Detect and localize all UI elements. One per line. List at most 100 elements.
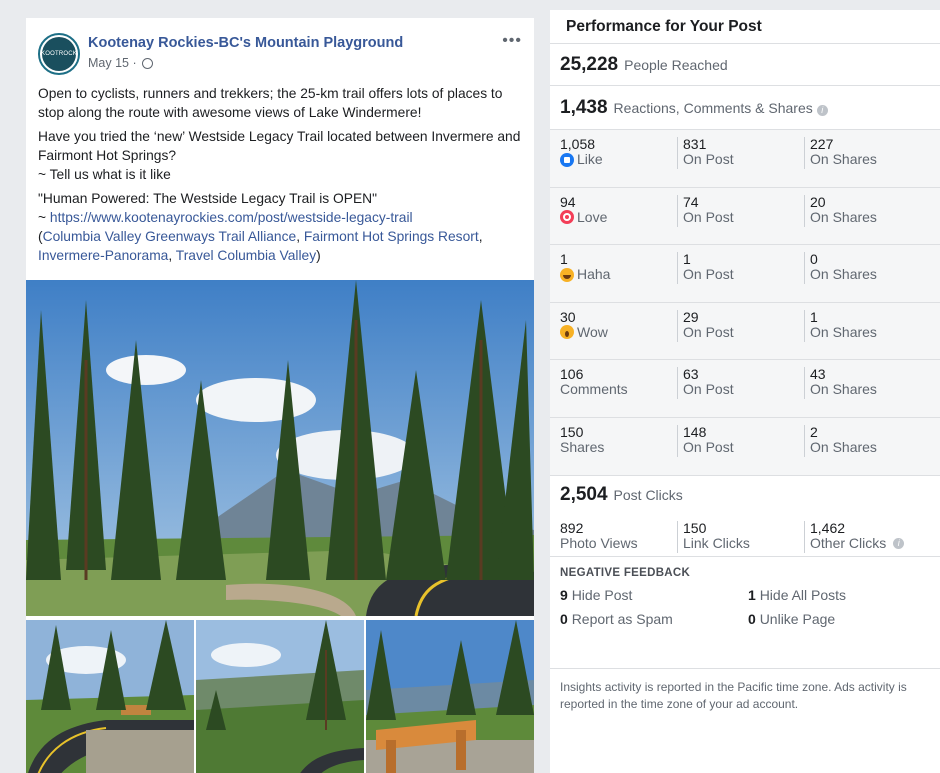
info-icon[interactable]: i <box>893 538 905 549</box>
engagement-row: 1,438 Reactions, Comments & Shares i <box>550 86 940 130</box>
valley-view-image <box>196 620 364 773</box>
haha-label: Haha <box>577 266 611 282</box>
post-clicks-count: 2,504 <box>560 484 608 505</box>
on-post-count: 74 <box>683 193 699 210</box>
table-row: 1,058 Like 831 On Post 227 On Shares <box>550 130 940 188</box>
photo-views-count: 892 <box>560 520 584 536</box>
avatar-logo: KOOTROCK <box>41 37 77 71</box>
like-icon <box>560 152 574 167</box>
shares-count: 150 <box>560 423 584 440</box>
tag-link[interactable]: Columbia Valley Greenways Trail Alliance <box>43 229 297 244</box>
facebook-post: KOOTROCK Kootenay Rockies-BC's Mountain … <box>26 18 534 773</box>
on-post-count: 831 <box>683 136 707 152</box>
hide-all-count: 1 <box>748 587 756 603</box>
unlike-label: Unlike Page <box>759 611 836 627</box>
on-post-cell: 831 On Post <box>677 137 804 169</box>
on-post-cell: 63 On Post <box>677 367 804 399</box>
love-icon <box>560 210 574 224</box>
on-shares-count: 2 <box>810 423 818 440</box>
page-name-link[interactable]: Kootenay Rockies-BC's Mountain Playgroun… <box>88 35 403 51</box>
on-shares-label: On Shares <box>810 208 877 225</box>
on-post-count: 29 <box>683 308 699 325</box>
comments-label: Comments <box>560 381 628 397</box>
post-date[interactable]: May 15 · <box>88 56 137 70</box>
post-clicks-block: 2,504 Post Clicks 892 Photo Views 150 Li… <box>550 476 940 557</box>
like-label: Like <box>577 151 603 167</box>
on-post-cell: 1 On Post <box>677 252 804 284</box>
comments-count: 106 <box>560 366 584 382</box>
on-shares-count: 227 <box>810 136 834 152</box>
clicks-breakdown-row: 892 Photo Views 150 Link Clicks 1,462 Ot… <box>550 514 940 556</box>
on-post-cell: 148 On Post <box>677 423 804 457</box>
engagement-count: 1,438 <box>560 97 608 118</box>
on-shares-cell: 2 On Shares <box>804 423 931 457</box>
on-shares-count: 43 <box>810 366 826 382</box>
insights-footnote: Insights activity is reported in the Pac… <box>560 680 907 711</box>
hide-all-stat: 1 Hide All Posts <box>748 587 938 603</box>
on-post-label: On Post <box>683 266 734 282</box>
on-post-count: 148 <box>683 423 707 440</box>
on-shares-label: On Shares <box>810 438 877 455</box>
wow-cell: 30 Wow <box>550 308 677 360</box>
article-link[interactable]: https://www.kootenayrockies.com/post/wes… <box>50 210 413 225</box>
on-shares-cell: 227 On Shares <box>804 137 931 169</box>
globe-icon <box>141 57 153 69</box>
tag-link[interactable]: Fairmont Hot Springs Resort <box>304 229 479 244</box>
link-clicks-cell: 150 Link Clicks <box>677 521 804 553</box>
wow-count: 30 <box>560 308 576 325</box>
post-paragraph: Have you tried the ‘new’ Westside Legacy… <box>38 127 522 184</box>
negative-feedback-title: NEGATIVE FEEDBACK <box>560 567 691 579</box>
screenshot-frame: KOOTROCK Kootenay Rockies-BC's Mountain … <box>0 0 940 773</box>
on-post-label: On Post <box>683 381 734 397</box>
tag-link[interactable]: Invermere-Panorama <box>38 248 168 263</box>
table-row: 30 Wow 29 On Post 1 On Shares <box>550 303 940 360</box>
haha-icon <box>560 267 574 282</box>
other-clicks-cell: 1,462 Other Clicks i <box>804 521 931 553</box>
like-count: 1,058 <box>560 136 596 152</box>
info-icon[interactable]: i <box>816 105 828 116</box>
unlike-stat: 0 Unlike Page <box>748 611 938 627</box>
on-shares-label: On Shares <box>810 266 877 282</box>
hide-all-label: Hide All Posts <box>759 587 847 603</box>
thumbnail-photo[interactable] <box>26 620 194 773</box>
on-post-cell: 74 On Post <box>677 193 804 227</box>
on-shares-count: 0 <box>810 251 818 267</box>
picnic-area-image <box>26 620 194 773</box>
shares-cell: 150 Shares <box>550 423 677 476</box>
link-prefix: ~ <box>38 210 50 225</box>
page-avatar[interactable]: KOOTROCK <box>38 33 80 75</box>
main-photo[interactable] <box>26 280 534 616</box>
wow-icon <box>560 325 574 339</box>
people-reached-count: 25,228 <box>560 54 619 75</box>
hide-post-stat: 9 Hide Post <box>560 587 748 603</box>
love-count: 94 <box>560 193 576 210</box>
table-row: 1 Haha 1 On Post 0 On Shares <box>550 245 940 303</box>
like-cell: 1,058 Like <box>550 137 677 187</box>
haha-count: 1 <box>560 251 568 267</box>
like-label-row: Like <box>560 152 677 167</box>
wow-label-row: Wow <box>560 324 677 340</box>
table-row: 150 Shares 148 On Post 2 On Shares <box>550 418 940 476</box>
negative-feedback-section: NEGATIVE FEEDBACK 9 Hide Post 1 Hide All… <box>550 557 940 669</box>
post-meta: May 15 · <box>88 56 153 70</box>
people-reached-label: People Reached <box>624 57 728 73</box>
thumbnail-photo[interactable] <box>196 620 364 773</box>
tag-link[interactable]: Travel Columbia Valley <box>176 248 316 263</box>
thumbnail-photo[interactable] <box>366 620 534 773</box>
other-clicks-label-row: Other Clicks i <box>810 536 931 551</box>
on-shares-cell: 1 On Shares <box>804 308 931 342</box>
on-shares-count: 1 <box>810 308 818 325</box>
unlike-count: 0 <box>748 611 756 627</box>
on-shares-label: On Shares <box>810 151 877 167</box>
on-post-label: On Post <box>683 208 734 225</box>
hide-post-label: Hide Post <box>571 587 633 603</box>
post-question: Have you tried the ‘new’ Westside Legacy… <box>38 129 521 163</box>
tag-separator: , <box>296 229 304 244</box>
photo-views-label: Photo Views <box>560 535 638 551</box>
insights-title: Performance for Your Post <box>550 10 940 44</box>
on-post-count: 63 <box>683 366 699 382</box>
more-options-icon[interactable]: ••• <box>502 32 522 50</box>
photo-views-cell: 892 Photo Views <box>550 521 677 556</box>
post-quote: "Human Powered: The Westside Legacy Trai… <box>38 191 378 206</box>
on-shares-count: 20 <box>810 193 826 210</box>
